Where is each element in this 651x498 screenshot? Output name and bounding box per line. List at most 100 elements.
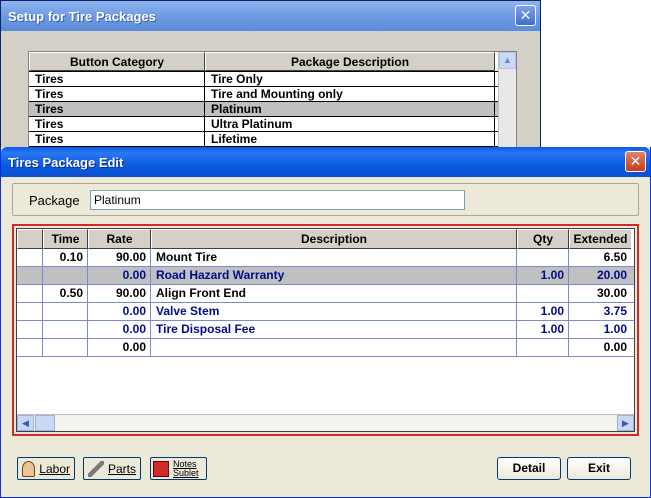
- notes-sublet-label: Notes Sublet: [173, 459, 199, 478]
- description-cell[interactable]: Align Front End: [151, 285, 517, 302]
- tires-package-edit-dialog: Tires Package Edit ✕ Package Time Rate D…: [0, 147, 651, 498]
- column-header-selector: [17, 229, 43, 249]
- package-category-cell: Tires: [29, 132, 205, 146]
- package-category-cell: Tires: [29, 72, 205, 86]
- extended-cell[interactable]: 1.00: [569, 321, 631, 338]
- extended-cell[interactable]: 3.75: [569, 303, 631, 320]
- package-item-row[interactable]: 0.10 90.00 Mount Tire 6.50: [17, 249, 634, 267]
- package-list-header: Button Category Package Description: [29, 52, 516, 72]
- column-header-qty[interactable]: Qty: [517, 229, 569, 249]
- package-item-row[interactable]: 0.00 Tire Disposal Fee 1.00 1.00: [17, 321, 634, 339]
- extended-cell[interactable]: 30.00: [569, 285, 631, 302]
- scroll-right-arrow-icon[interactable]: ▶: [617, 415, 634, 431]
- qty-cell[interactable]: 1.00: [517, 303, 569, 320]
- package-items-grid-frame: Time Rate Description Qty Extended 0.10 9…: [12, 224, 639, 436]
- package-name-input[interactable]: [90, 190, 465, 210]
- exit-button[interactable]: Exit: [567, 457, 631, 480]
- package-list-rows: Tires Tire Only Tires Tire and Mounting onl…: [29, 72, 516, 147]
- time-cell[interactable]: 0.50: [43, 285, 88, 302]
- package-item-row[interactable]: 0.50 90.00 Align Front End 30.00: [17, 285, 634, 303]
- package-item-row[interactable]: 0.00 Road Hazard Warranty 1.00 20.00: [17, 267, 634, 285]
- rate-cell[interactable]: 0.00: [88, 303, 151, 320]
- scroll-thumb[interactable]: [35, 415, 55, 431]
- package-list-grid: Button Category Package Description Tire…: [28, 51, 517, 159]
- items-grid-rows: 0.10 90.00 Mount Tire 6.50 0.00 Road Hazard W…: [17, 249, 634, 357]
- package-items-grid: Time Rate Description Qty Extended 0.10 9…: [16, 228, 635, 432]
- package-description-cell: Tire and Mounting only: [205, 87, 495, 101]
- package-item-row[interactable]: 0.00 Valve Stem 1.00 3.75: [17, 303, 634, 321]
- package-list-row[interactable]: Tires Lifetime: [29, 132, 516, 147]
- detail-button[interactable]: Detail: [497, 457, 561, 480]
- row-selector-cell: [17, 249, 43, 266]
- package-description-cell: Platinum: [205, 102, 495, 116]
- dialog-close-button[interactable]: ✕: [625, 151, 646, 172]
- rate-cell[interactable]: 90.00: [88, 285, 151, 302]
- spark-plug-icon: [88, 460, 104, 477]
- qty-cell[interactable]: [517, 339, 569, 356]
- time-cell[interactable]: [43, 339, 88, 356]
- items-grid-horizontal-scrollbar[interactable]: ◀ ▶: [17, 414, 634, 431]
- items-grid-header: Time Rate Description Qty Extended: [17, 229, 634, 249]
- rate-cell[interactable]: 0.00: [88, 321, 151, 338]
- rate-cell[interactable]: 90.00: [88, 249, 151, 266]
- package-description-cell: Ultra Platinum: [205, 117, 495, 131]
- package-label: Package: [29, 193, 80, 208]
- scroll-left-arrow-icon[interactable]: ◀: [17, 415, 34, 431]
- dialog-title: Tires Package Edit: [8, 155, 124, 170]
- column-header-description[interactable]: Description: [151, 229, 517, 249]
- column-header-package-description[interactable]: Package Description: [205, 52, 495, 71]
- time-cell[interactable]: 0.10: [43, 249, 88, 266]
- time-cell[interactable]: [43, 267, 88, 284]
- parts-button-label: Parts: [107, 461, 136, 476]
- rate-cell[interactable]: 0.00: [88, 339, 151, 356]
- column-header-rate[interactable]: Rate: [88, 229, 151, 249]
- package-item-row[interactable]: 0.00 0.00: [17, 339, 634, 357]
- extended-cell[interactable]: 20.00: [569, 267, 631, 284]
- package-list-row[interactable]: Tires Tire Only: [29, 72, 516, 87]
- package-category-cell: Tires: [29, 102, 205, 116]
- dialog-titlebar: Tires Package Edit ✕: [1, 147, 650, 177]
- sublet-label: Sublet: [173, 467, 199, 478]
- qty-cell[interactable]: 1.00: [517, 321, 569, 338]
- time-cell[interactable]: [43, 321, 88, 338]
- time-cell[interactable]: [43, 303, 88, 320]
- column-header-time[interactable]: Time: [43, 229, 88, 249]
- rate-cell[interactable]: 0.00: [88, 267, 151, 284]
- qty-cell[interactable]: 1.00: [517, 267, 569, 284]
- column-header-extended[interactable]: Extended: [569, 229, 631, 249]
- row-selector-cell: [17, 285, 43, 302]
- package-description-cell: Tire Only: [205, 72, 495, 86]
- package-list-row[interactable]: Tires Tire and Mounting only: [29, 87, 516, 102]
- package-list-row[interactable]: Tires Platinum: [29, 102, 516, 117]
- parts-button[interactable]: Parts: [83, 457, 141, 480]
- package-group: Package: [12, 183, 639, 216]
- setup-window-title: Setup for Tire Packages: [8, 9, 156, 24]
- package-description-cell: Lifetime: [205, 132, 495, 146]
- setup-tire-packages-window: Setup for Tire Packages ✕ Button Categor…: [0, 0, 541, 160]
- qty-cell[interactable]: [517, 285, 569, 302]
- qty-cell[interactable]: [517, 249, 569, 266]
- description-cell[interactable]: Valve Stem: [151, 303, 517, 320]
- extended-cell[interactable]: 6.50: [569, 249, 631, 266]
- setup-window-close-button[interactable]: ✕: [515, 5, 536, 26]
- scroll-up-arrow-icon[interactable]: ▲: [499, 52, 516, 69]
- labor-button-label: Labor: [39, 461, 70, 476]
- description-cell[interactable]: Tire Disposal Fee: [151, 321, 517, 338]
- extended-cell[interactable]: 0.00: [569, 339, 631, 356]
- package-list-row[interactable]: Tires Ultra Platinum: [29, 117, 516, 132]
- row-selector-cell: [17, 303, 43, 320]
- row-selector-cell: [17, 321, 43, 338]
- labor-button[interactable]: Labor: [17, 457, 75, 480]
- description-cell[interactable]: [151, 339, 517, 356]
- column-header-button-category[interactable]: Button Category: [29, 52, 205, 71]
- description-cell[interactable]: Mount Tire: [151, 249, 517, 266]
- row-selector-cell: [17, 267, 43, 284]
- person-icon: [22, 460, 36, 477]
- package-category-cell: Tires: [29, 117, 205, 131]
- description-cell[interactable]: Road Hazard Warranty: [151, 267, 517, 284]
- setup-window-titlebar: Setup for Tire Packages ✕: [1, 1, 540, 31]
- package-list-scrollbar[interactable]: ▲: [498, 52, 516, 158]
- notes-sublet-button[interactable]: Notes Sublet: [150, 457, 207, 480]
- row-selector-cell: [17, 339, 43, 356]
- package-category-cell: Tires: [29, 87, 205, 101]
